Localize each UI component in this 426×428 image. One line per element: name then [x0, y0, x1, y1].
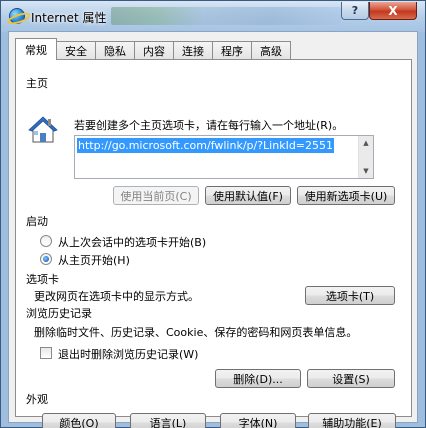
home-section-label: 主页 [26, 77, 48, 90]
startup-section-divider [56, 220, 402, 221]
history-settings-button[interactable]: 设置(S) [307, 369, 395, 388]
home-page-url-textarea[interactable]: http://go.microsoft.com/fwlink/p/?LinkId… [74, 135, 374, 179]
languages-button[interactable]: 语言(L) [130, 413, 206, 428]
history-section-divider [104, 312, 402, 313]
tab-programs[interactable]: 程序 [213, 41, 252, 60]
startup-last-session-radio[interactable] [40, 235, 52, 247]
title-glass-glow [111, 7, 341, 25]
home-page-url-text: http://go.microsoft.com/fwlink/p/?LinkId… [77, 138, 335, 153]
tab-privacy[interactable]: 隐私 [96, 41, 135, 60]
accessibility-button[interactable]: 辅助功能(E) [308, 413, 396, 428]
startup-section-label: 启动 [26, 215, 48, 228]
url-scrollbar[interactable]: ▲ ▼ [358, 136, 373, 178]
close-button[interactable]: X [369, 2, 417, 20]
delete-on-exit-checkbox[interactable] [40, 347, 52, 359]
history-description-text: 删除临时文件、历史记录、Cookie、保存的密码和网页表单信息。 [34, 326, 358, 339]
tab-general[interactable]: 常规 [15, 38, 57, 60]
fonts-button[interactable]: 字体(N) [220, 413, 296, 428]
tabs-section-divider [68, 278, 402, 279]
scroll-down-icon[interactable]: ▼ [359, 164, 373, 178]
tabs-settings-button[interactable]: 选项卡(T) [305, 286, 395, 305]
history-section-label: 浏览历史记录 [26, 307, 92, 320]
general-tab-panel: 主页 若要创建多个主页选项卡，请在每行输入一个地址(R)。 http://go.… [15, 59, 412, 428]
tab-content[interactable]: 内容 [135, 41, 174, 60]
delete-on-exit-label[interactable]: 退出时删除浏览历史记录(W) [58, 346, 198, 362]
internet-explorer-icon [9, 8, 25, 24]
tabs-description-text: 更改网页在选项卡中的显示方式。 [34, 290, 199, 303]
use-new-tab-button[interactable]: 使用新选项卡(U) [297, 186, 395, 205]
internet-options-window: Internet 属性 ? X 常规 安全 隐私 内容 连接 程序 高级 主页 [0, 0, 426, 428]
help-button[interactable]: ? [341, 2, 369, 20]
tab-advanced[interactable]: 高级 [252, 41, 291, 60]
use-current-button[interactable]: 使用当前页(C) [113, 186, 199, 205]
colors-button[interactable]: 颜色(O) [42, 413, 116, 428]
tabs-section-label: 选项卡 [26, 273, 59, 286]
scroll-up-icon[interactable]: ▲ [359, 136, 373, 150]
appearance-section-divider [56, 398, 402, 399]
title-bar[interactable]: Internet 属性 ? X [1, 1, 425, 31]
tab-connections[interactable]: 连接 [174, 41, 213, 60]
tab-strip: 常规 安全 隐私 内容 连接 程序 高级 [15, 38, 291, 60]
startup-last-session-label[interactable]: 从上次会话中的选项卡开始(B) [58, 234, 206, 250]
home-instruction-text: 若要创建多个主页选项卡，请在每行输入一个地址(R)。 [74, 119, 344, 132]
home-icon [28, 116, 58, 143]
appearance-section-label: 外观 [26, 393, 48, 406]
dialog-client-area: 常规 安全 隐私 内容 连接 程序 高级 主页 若要创建多个主页选项卡，请在每行… [8, 31, 418, 428]
startup-home-radio[interactable] [40, 253, 52, 265]
tab-security[interactable]: 安全 [57, 41, 96, 60]
use-default-button[interactable]: 使用默认值(F) [205, 186, 291, 205]
delete-history-button[interactable]: 删除(D)... [215, 369, 301, 388]
window-title: Internet 属性 [31, 11, 107, 25]
startup-home-label[interactable]: 从主页开始(H) [58, 252, 130, 268]
home-section-divider [56, 82, 402, 83]
